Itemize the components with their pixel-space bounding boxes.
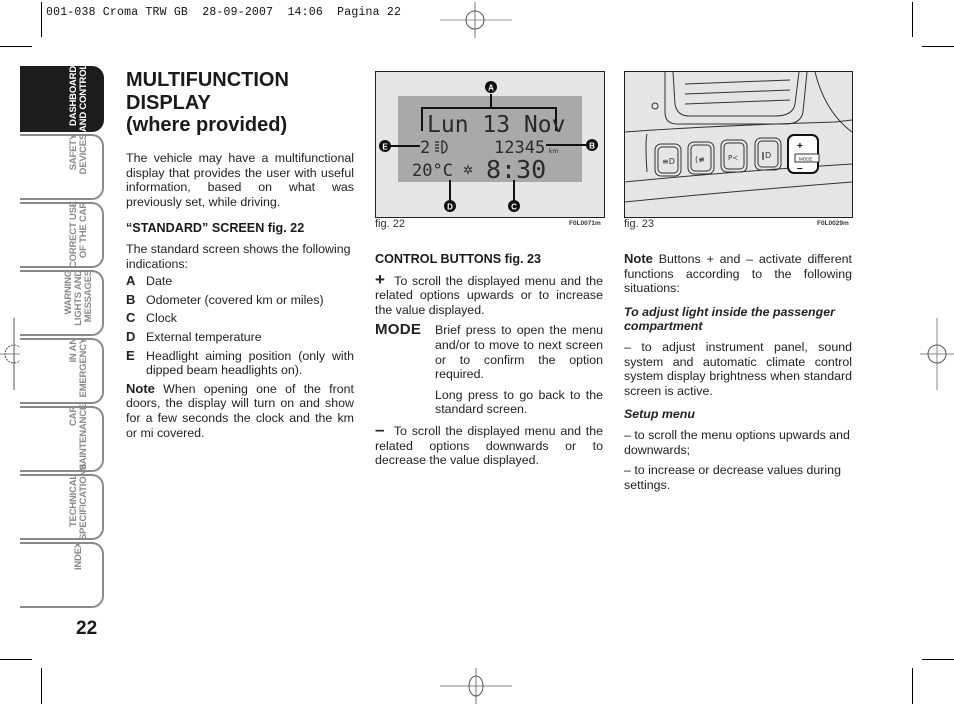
tab-label: SAFETY DEVICES — [68, 134, 89, 175]
indication-item: B Odometer (covered km or miles) — [126, 291, 324, 307]
svg-text:P≺: P≺ — [728, 154, 738, 162]
standard-screen-text: The standard screen shows the following … — [126, 241, 351, 271]
light-adjust-heading: To adjust light inside the passenger com… — [624, 304, 835, 334]
light-adjust-text: – to adjust instrument panel, sound syst… — [624, 339, 852, 398]
svg-text:C: C — [511, 203, 517, 212]
intro-paragraph: The vehicle may have a multifunctional d… — [126, 151, 354, 209]
tab-technical-specifications[interactable]: TECHNICAL SPECIFICATIONS — [20, 463, 104, 540]
lcd-headlight-position: 2 — [420, 138, 430, 158]
display-illustration: Lun 13 Nov 2 12345 km 20°C ✲ 8:30 A B C … — [379, 81, 598, 212]
indication-item: D External temperature — [126, 328, 262, 344]
callout-b: B — [586, 139, 598, 151]
control-buttons-heading: CONTROL BUTTONS fig. 23 — [375, 252, 542, 266]
indication-item: C Clock — [126, 310, 177, 326]
column-2: CONTROL BUTTONS fig. 23 + To scroll the … — [375, 252, 603, 474]
setup-menu-heading: Setup menu — [624, 407, 695, 422]
plus-description: + To scroll the displayed menu and the r… — [375, 269, 603, 317]
crop-mark — [41, 668, 42, 704]
setup-menu-text-1: – to scroll the menu options upwards and… — [624, 427, 850, 457]
lcd-odometer-unit: km — [549, 148, 558, 155]
crop-mark — [922, 659, 954, 660]
column-3: Note Buttons + and – activate different … — [624, 251, 852, 498]
indication-item: E Headlight aiming position (only with di… — [126, 347, 354, 378]
print-slug: 001-038 Croma TRW GB 28-09-2007 14:06 Pa… — [46, 6, 402, 19]
callout-a: A — [485, 81, 497, 93]
tab-dashboard-and-controls[interactable]: DASHBOARD AND CONTROLS — [20, 57, 104, 132]
svg-text:‖D: ‖D — [761, 151, 771, 160]
crop-mark — [912, 668, 913, 704]
figure-23-code: F0L0029m — [817, 220, 849, 227]
callout-c: C — [508, 200, 520, 212]
note-paragraph: Note When opening one of the front doors… — [126, 380, 354, 440]
crop-mark — [0, 46, 32, 47]
figure-22-caption: fig. 22 — [375, 218, 405, 230]
dashboard-illustration: ≡D (≢ P≺ ‖D + MODE – — [624, 71, 853, 203]
svg-text:MODE: MODE — [799, 157, 813, 162]
mode-label: MODE — [375, 321, 422, 339]
page-number: 22 — [76, 618, 98, 639]
headlight-aiming-button: ‖D — [754, 137, 782, 171]
tab-label: WARNING LIGHTS AND MESSAGES — [63, 270, 94, 326]
buttons-note: Note Buttons + and – activate different … — [624, 251, 852, 296]
minus-description: – To scroll the displayed menu and the r… — [375, 419, 604, 468]
svg-text:–: – — [797, 163, 803, 174]
svg-text:B: B — [589, 142, 595, 151]
misc-button: P≺ — [720, 139, 748, 173]
tab-safety-devices[interactable]: SAFETY DEVICES — [20, 134, 104, 200]
tab-label: IN AN EMERGENCY — [68, 338, 89, 398]
tab-correct-use-of-the-car[interactable]: CORRECT USE OF THE CAR — [20, 201, 104, 268]
figure-22-display: Lun 13 Nov 2 12345 km 20°C ✲ 8:30 A B C … — [375, 71, 605, 218]
lcd-date: Lun 13 Nov — [427, 112, 565, 138]
svg-text:≡D: ≡D — [662, 157, 675, 166]
standard-screen-heading: “STANDARD” SCREEN fig. 22 — [126, 221, 305, 236]
fog-light-front-button: (≢ — [687, 141, 715, 175]
fog-light-rear-button: ≡D — [654, 143, 682, 177]
svg-text:+: + — [797, 141, 803, 152]
registration-mark-right — [920, 318, 954, 390]
tab-in-an-emergency[interactable]: IN AN EMERGENCY — [20, 338, 104, 404]
lcd-clock: 8:30 — [486, 155, 546, 184]
mode-description: MODE Brief press to open the menu and/or… — [375, 321, 603, 423]
crop-mark — [912, 2, 913, 37]
tab-label: DASHBOARD AND CONTROLS — [68, 57, 89, 132]
climate-icon: ✲ — [463, 163, 473, 177]
minus-icon: – — [375, 419, 385, 439]
plus-icon: + — [375, 269, 385, 289]
svg-text:(≢: (≢ — [695, 155, 705, 164]
registration-mark-top — [440, 2, 512, 38]
crop-mark — [41, 2, 42, 37]
plus-mode-minus-button: + MODE – — [787, 134, 820, 174]
tab-warning-lights-and-messages[interactable]: WARNING LIGHTS AND MESSAGES — [20, 270, 104, 336]
svg-text:E: E — [382, 143, 388, 152]
crop-mark — [0, 659, 32, 660]
callout-d: D — [444, 200, 456, 212]
figure-23-control-buttons: ≡D (≢ P≺ ‖D + MODE – — [624, 71, 853, 218]
section-title: MULTIFUNCTION DISPLAY (where provided) — [126, 69, 289, 136]
tab-label: CAR MAINTENANCE — [68, 404, 89, 472]
tab-label: CORRECT USE OF THE CAR — [68, 201, 89, 268]
crop-mark — [922, 46, 954, 47]
tab-label: INDEX — [73, 542, 84, 571]
column-1: The vehicle may have a multifunctional d… — [126, 151, 354, 446]
tab-index[interactable]: INDEX — [20, 542, 104, 608]
setup-menu-text-2: – to increase or decrease values during … — [624, 463, 841, 492]
registration-mark-bottom — [440, 668, 512, 704]
tab-label: TECHNICAL SPECIFICATIONS — [68, 463, 89, 540]
tab-car-maintenance[interactable]: CAR MAINTENANCE — [20, 404, 104, 472]
svg-text:A: A — [488, 84, 494, 93]
svg-text:D: D — [447, 203, 453, 212]
indication-item: A Date — [126, 273, 173, 289]
callout-e: E — [379, 140, 391, 152]
figure-23-caption: fig. 23 — [624, 218, 654, 230]
figure-22-code: F0L0071m — [569, 220, 601, 227]
lcd-temperature: 20°C — [412, 161, 453, 181]
